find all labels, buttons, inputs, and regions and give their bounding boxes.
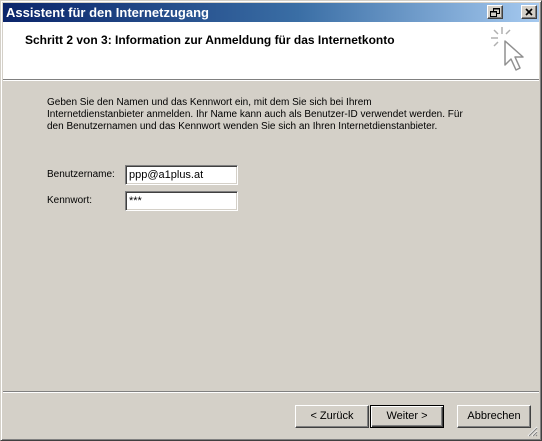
back-button[interactable]: < Zurück: [295, 405, 369, 428]
instructions-text: Geben Sie den Namen und das Kennwort ein…: [47, 97, 463, 132]
wizard-window: Assistent für den Internetzugang Schritt…: [0, 0, 542, 441]
header-separator: [3, 79, 539, 81]
wizard-cursor-sparkle-icon: [491, 27, 524, 71]
next-button[interactable]: Weiter >: [370, 405, 444, 428]
window-title: Assistent für den Internetzugang: [6, 5, 209, 20]
username-label: Benutzername:: [47, 169, 115, 180]
title-bar[interactable]: Assistent für den Internetzugang: [3, 3, 539, 22]
password-label: Kennwort:: [47, 195, 93, 206]
resize-grip-icon[interactable]: [526, 425, 538, 437]
close-icon: [525, 8, 533, 16]
step-title: Schritt 2 von 3: Information zur Anmeldu…: [25, 33, 395, 47]
username-input[interactable]: [125, 165, 238, 185]
restore-icon: [490, 8, 500, 17]
restore-button[interactable]: [487, 5, 503, 19]
close-button[interactable]: [521, 5, 537, 19]
cancel-button[interactable]: Abbrechen: [457, 405, 531, 428]
wizard-header: Schritt 2 von 3: Information zur Anmeldu…: [3, 22, 539, 79]
footer-separator: [3, 391, 539, 393]
password-input[interactable]: [125, 191, 238, 211]
